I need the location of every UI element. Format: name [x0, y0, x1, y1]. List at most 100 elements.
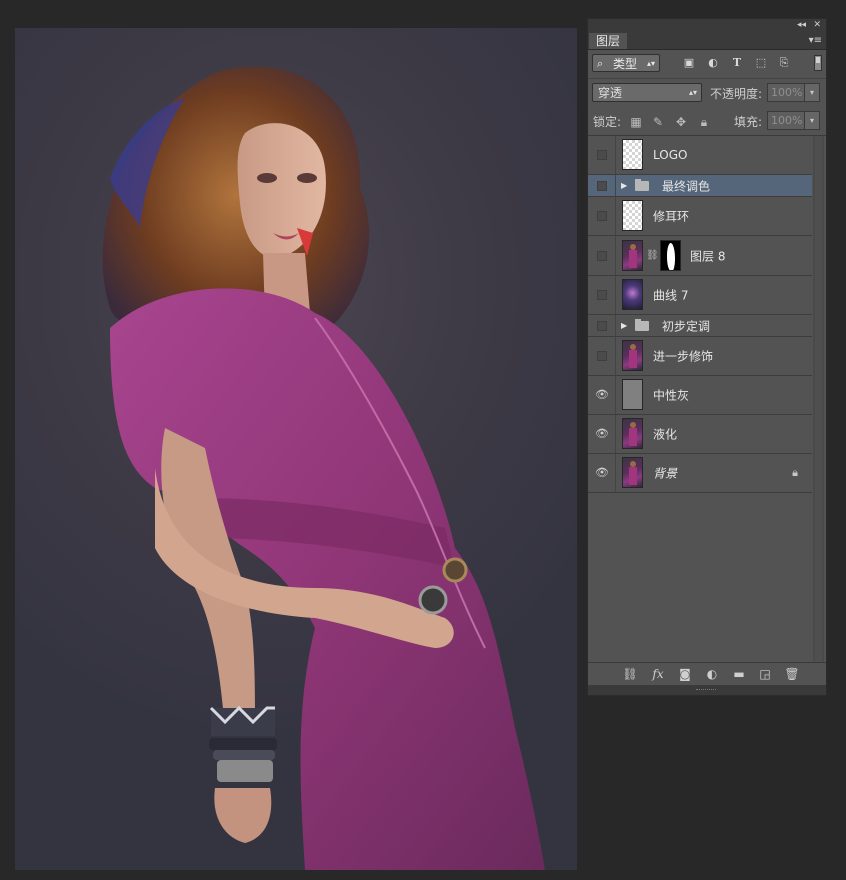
expand-arrow-icon[interactable]: ▶ — [621, 319, 627, 332]
grip-dots — [696, 689, 716, 692]
layer-name: 进一步修饰 — [653, 349, 714, 364]
photo-artwork — [102, 66, 545, 870]
document-canvas[interactable] — [15, 28, 577, 870]
hidden-box-icon — [597, 320, 607, 331]
layer-logo[interactable]: LOGO — [588, 136, 812, 175]
panel-tab-row: 图层 ▾≡ — [588, 32, 826, 50]
adjustment-filter-icon[interactable]: ◐ — [707, 57, 719, 69]
lock-label: 锁定: — [593, 115, 622, 129]
folder-icon — [635, 319, 649, 331]
new-group-icon[interactable]: ▬ — [731, 666, 747, 682]
eye-icon: 👁︎ — [595, 466, 609, 479]
visibility-toggle[interactable] — [588, 175, 616, 196]
layer-name: 最终调色 — [662, 179, 711, 193]
lock-position-icon[interactable]: ✥ — [674, 115, 688, 129]
smart-object-filter-icon[interactable]: ⎘ — [778, 57, 790, 69]
opacity-dropdown-icon[interactable]: ▾ — [804, 83, 820, 102]
layers-list: LOGO ▶ 最终调色 修耳环 ⛓ 图层 8 曲线 7 ▶ 初步定调 进一步修饰… — [588, 136, 812, 493]
fill-field[interactable]: 100% — [767, 111, 805, 130]
visibility-toggle[interactable] — [588, 197, 616, 235]
layer-group-final-grade[interactable]: ▶ 最终调色 — [588, 175, 812, 197]
blend-mode-select[interactable]: 穿透 ▴▾ — [592, 83, 702, 102]
pixel-filter-icon[interactable]: ▣ — [683, 57, 695, 69]
layer-thumbnail — [622, 239, 643, 271]
layer-group-initial-tone[interactable]: ▶ 初步定调 — [588, 315, 812, 337]
expand-arrow-icon[interactable]: ▶ — [621, 179, 627, 192]
fx-icon[interactable]: fx — [650, 666, 666, 682]
link-chain-icon[interactable]: ⛓ — [646, 249, 659, 263]
link-layers-icon[interactable]: ⛓ — [622, 666, 638, 682]
layer-name: 背景 — [653, 466, 678, 481]
layer-name: LOGO — [653, 148, 688, 162]
hidden-box-icon — [597, 211, 607, 221]
layer-thumbnail — [622, 379, 643, 410]
hidden-box-icon — [597, 150, 607, 160]
layer-background[interactable]: 👁︎ 背景 🔒︎ — [588, 454, 812, 493]
collapse-icon[interactable]: ◂◂ — [797, 19, 806, 32]
eye-icon: 👁︎ — [595, 388, 609, 401]
visibility-toggle[interactable]: 👁︎ — [588, 376, 616, 414]
panel-resize-grip[interactable] — [588, 685, 826, 695]
close-icon[interactable]: ✕ — [813, 19, 821, 32]
lock-transparent-icon[interactable]: ▦ — [629, 115, 643, 129]
trash-icon[interactable]: 🗑︎ — [784, 666, 800, 682]
scrollbar-track[interactable] — [815, 136, 822, 667]
layer-name: 修耳环 — [653, 209, 690, 224]
blend-row: 穿透 ▴▾ 不透明度: 100% ▾ — [588, 79, 826, 107]
type-filter-icon[interactable]: T — [731, 57, 743, 69]
hidden-box-icon — [597, 180, 607, 191]
layer-name: 中性灰 — [653, 388, 690, 403]
shape-filter-icon[interactable]: ⬚ — [755, 57, 767, 69]
blend-mode-value: 穿透 — [598, 86, 623, 100]
folder-icon — [635, 179, 649, 191]
layer-name: 液化 — [653, 427, 678, 442]
fill-label: 填充: — [734, 115, 763, 129]
layer-name: 图层 8 — [690, 249, 726, 263]
updown-arrow-icon: ▴▾ — [646, 59, 655, 68]
layer-neutral-gray[interactable]: 👁︎ 中性灰 — [588, 376, 812, 415]
visibility-toggle[interactable] — [588, 136, 616, 174]
filter-row: ⌕ 类型 ▴▾ ▣ ◐ T ⬚ ⎘ — [588, 50, 826, 79]
layer-further-retouch[interactable]: 进一步修饰 — [588, 337, 812, 376]
visibility-toggle[interactable]: 👁︎ — [588, 454, 616, 492]
layer-thumbnail — [622, 200, 643, 231]
visibility-toggle[interactable] — [588, 337, 616, 375]
visibility-toggle[interactable] — [588, 315, 616, 336]
filter-toggle-switch[interactable] — [814, 55, 822, 71]
layer-name: 初步定调 — [662, 319, 711, 333]
panel-titlebar: ◂◂ ✕ — [588, 19, 826, 32]
eye-icon: 👁︎ — [595, 427, 609, 440]
fill-dropdown-icon[interactable]: ▾ — [804, 111, 820, 130]
tab-layers[interactable]: 图层 — [589, 33, 627, 49]
opacity-label: 不透明度: — [710, 87, 763, 101]
add-mask-icon[interactable]: ◙ — [677, 666, 693, 682]
layer-thumbnail — [622, 457, 643, 488]
layer-curves-7[interactable]: 曲线 7 — [588, 276, 812, 315]
layer-fix-earring[interactable]: 修耳环 — [588, 197, 812, 236]
lock-image-icon[interactable]: ✎ — [651, 115, 665, 129]
visibility-toggle[interactable]: 👁︎ — [588, 415, 616, 453]
new-layer-icon[interactable]: ◲ — [757, 666, 773, 682]
layer-liquify[interactable]: 👁︎ 液化 — [588, 415, 812, 454]
updown-arrow-icon: ▴▾ — [688, 88, 697, 97]
lock-row: 锁定: ▦ ✎ ✥ 🔒︎ 填充: 100% ▾ — [588, 107, 826, 136]
layers-bottom-toolbar: ⛓ fx ◙ ◐ ▬ ◲ 🗑︎ — [588, 662, 826, 685]
layer-8[interactable]: ⛓ 图层 8 — [588, 236, 812, 276]
lock-all-icon[interactable]: 🔒︎ — [697, 115, 711, 129]
layer-thumbnail — [622, 340, 643, 371]
layer-thumbnail — [622, 139, 643, 170]
lock-icon: 🔒︎ — [792, 466, 798, 479]
visibility-toggle[interactable] — [588, 276, 616, 314]
hidden-box-icon — [597, 250, 607, 261]
search-icon: ⌕ — [597, 57, 604, 70]
layers-panel: ◂◂ ✕ 图层 ▾≡ ⌕ 类型 ▴▾ ▣ ◐ T ⬚ ⎘ 穿透 ▴▾ 不透明度:… — [587, 18, 827, 696]
layer-name: 曲线 7 — [653, 288, 689, 303]
layer-mask-thumbnail[interactable] — [660, 239, 681, 271]
new-adjustment-icon[interactable]: ◐ — [704, 666, 720, 682]
layer-thumbnail — [622, 418, 643, 449]
panel-menu-icon[interactable]: ▾≡ — [809, 32, 822, 49]
layers-scrollbar[interactable] — [813, 136, 824, 667]
filter-kind-select[interactable]: ⌕ 类型 ▴▾ — [592, 54, 660, 72]
opacity-field[interactable]: 100% — [767, 83, 805, 102]
visibility-toggle[interactable] — [588, 236, 616, 275]
